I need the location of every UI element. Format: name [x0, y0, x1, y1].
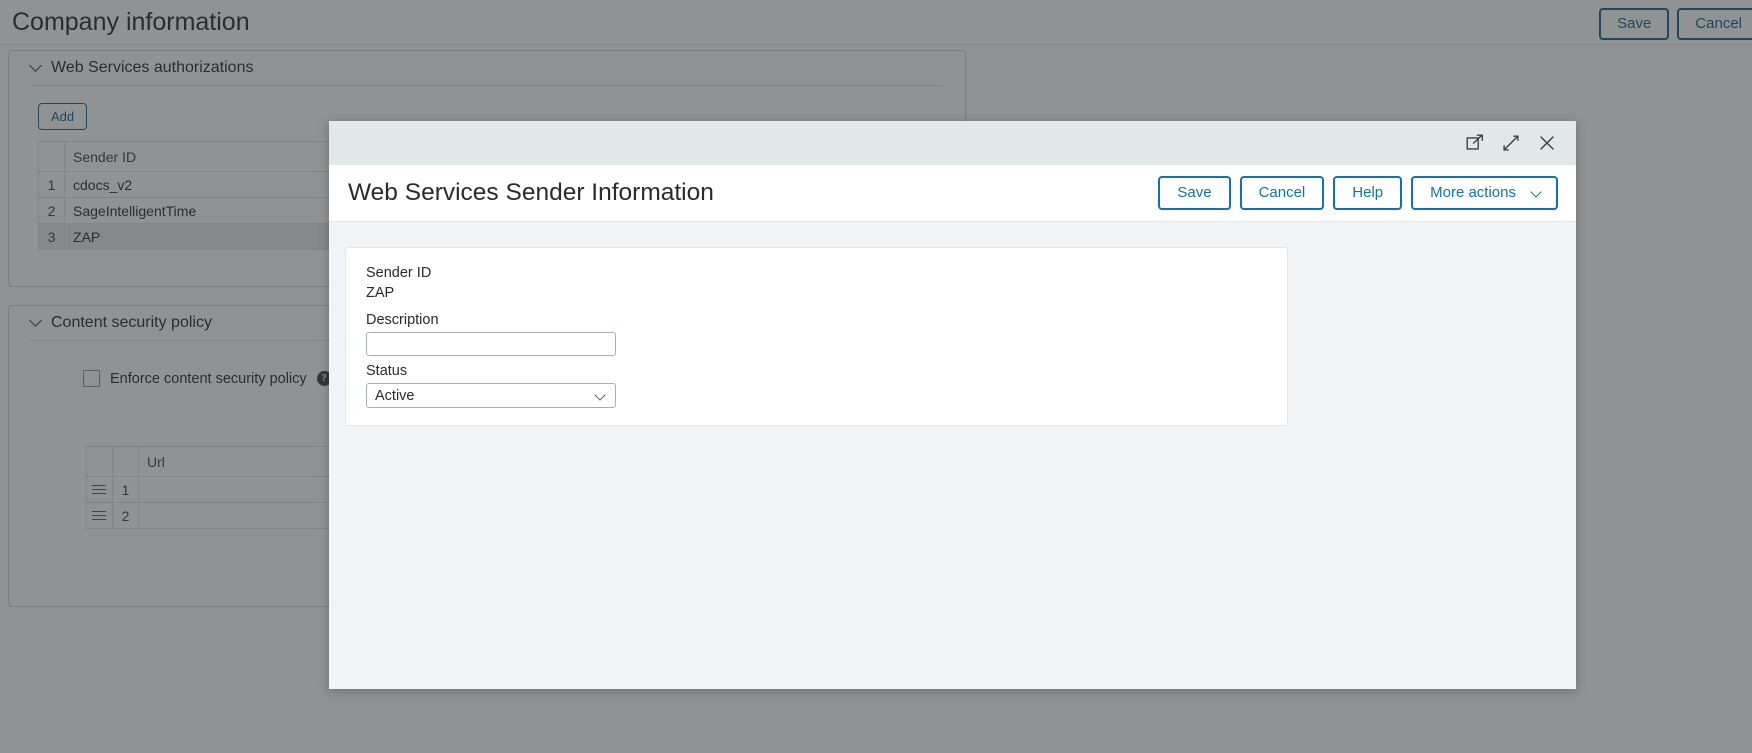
- sender-id-field: Sender ID ZAP: [366, 265, 431, 301]
- description-input[interactable]: [366, 332, 616, 356]
- status-select-wrap: Active: [366, 383, 616, 408]
- dialog-title: Web Services Sender Information: [348, 179, 714, 206]
- chevron-down-icon: [1532, 188, 1543, 199]
- status-select[interactable]: Active: [366, 383, 616, 408]
- sender-id-value: ZAP: [366, 285, 395, 301]
- modal-help-button[interactable]: Help: [1333, 176, 1403, 210]
- close-icon[interactable]: [1536, 132, 1558, 154]
- more-actions-label: More actions: [1430, 184, 1516, 201]
- chevron-down-icon[interactable]: [596, 391, 606, 401]
- dialog-actions: Save Cancel Help More actions: [1158, 176, 1558, 210]
- status-field: Status Active: [366, 363, 616, 408]
- description-field: Description: [366, 312, 616, 356]
- web-services-sender-dialog: Web Services Sender Information Save Can…: [329, 121, 1576, 689]
- dialog-title-bar: Web Services Sender Information Save Can…: [329, 165, 1576, 222]
- pop-out-icon[interactable]: [1464, 132, 1486, 154]
- screen: Company information Save Cancel Web Serv…: [0, 0, 1752, 753]
- sender-id-label: Sender ID: [366, 265, 432, 281]
- dialog-window-controls: [329, 121, 1576, 165]
- modal-cancel-button[interactable]: Cancel: [1239, 176, 1325, 210]
- description-label: Description: [366, 312, 439, 328]
- modal-save-button[interactable]: Save: [1158, 176, 1231, 210]
- expand-icon[interactable]: [1500, 132, 1522, 154]
- more-actions-button[interactable]: More actions: [1411, 176, 1558, 210]
- status-selected-value: Active: [375, 387, 415, 404]
- status-label: Status: [366, 363, 408, 379]
- sender-form-card: Sender ID ZAP Description Status Active: [345, 247, 1288, 426]
- dialog-body: Sender ID ZAP Description Status Active: [329, 222, 1576, 689]
